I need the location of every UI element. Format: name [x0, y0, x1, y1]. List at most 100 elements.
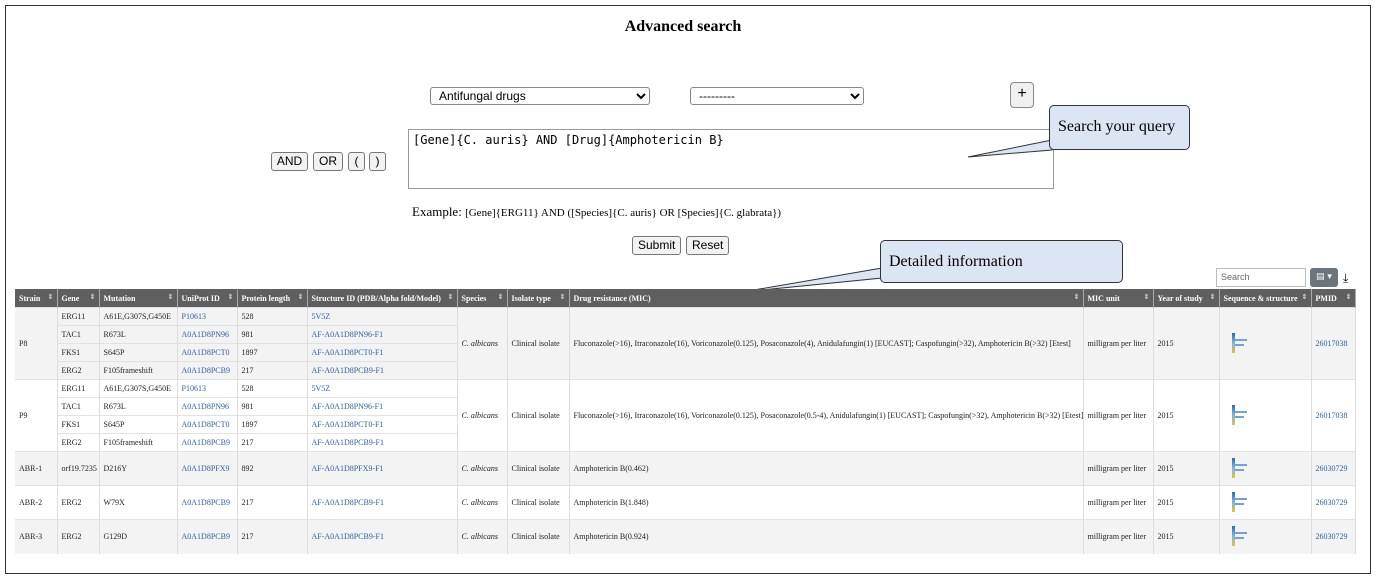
add-condition-button[interactable]: + — [1010, 82, 1034, 108]
header-uniprot[interactable]: UniProt ID ⇕ — [177, 289, 238, 308]
cell-species: C. albicans — [457, 485, 508, 520]
cell-mutation: R673L — [99, 397, 178, 416]
cell-year: 2015 — [1153, 451, 1220, 486]
header-mutation[interactable]: Mutation ⇕ — [99, 289, 178, 308]
structure-thumbnail-icon[interactable] — [1226, 332, 1248, 353]
header-protein-length[interactable]: Protein length ⇕ — [237, 289, 308, 308]
cell-protein-length: 217 — [237, 519, 308, 554]
header-drug-resistance[interactable]: Drug resistance (MIC) ⇕ — [569, 289, 1084, 308]
header-species[interactable]: Species ⇕ — [457, 289, 508, 308]
callout-search-query: Search your query — [1049, 105, 1190, 150]
structure-link[interactable]: 5V5Z — [307, 379, 458, 398]
field-select[interactable]: Antifungal drugs — [430, 87, 650, 105]
cell-gene: ERG2 — [57, 361, 100, 380]
cell-gene: ERG11 — [57, 379, 100, 398]
structure-thumbnail-icon[interactable] — [1226, 404, 1248, 425]
uniprot-link[interactable]: P10613 — [177, 307, 238, 326]
submit-button[interactable]: Submit — [632, 236, 682, 255]
cell-isolate-type: Clinical isolate — [507, 379, 570, 452]
header-strain[interactable]: Strain ⇕ — [15, 289, 58, 308]
uniprot-link[interactable]: P10613 — [177, 379, 238, 398]
table-row: P9 ERG11 A61E,G307S,G450E P10613 528 5V5Z C. a… — [15, 379, 1356, 452]
cell-sequence-structure — [1219, 519, 1312, 554]
cell-protein-length: 217 — [237, 485, 308, 520]
cell-mutation: A61E,G307S,G450E — [99, 379, 178, 398]
uniprot-link[interactable]: A0A1D8PN96 — [177, 397, 238, 416]
pmid-link[interactable]: 26017038 — [1311, 379, 1356, 452]
cell-gene: FKS1 — [57, 415, 100, 434]
uniprot-link[interactable]: A0A1D8PCB9 — [177, 519, 238, 554]
table-search-input[interactable]: Search — [1216, 268, 1306, 287]
header-sequence-structure[interactable]: Sequence & structure ⇕ — [1219, 289, 1312, 308]
cell-gene: ERG2 — [57, 433, 100, 452]
pmid-link[interactable]: 26030729 — [1311, 485, 1356, 520]
uniprot-link[interactable]: A0A1D8PCT0 — [177, 415, 238, 434]
pmid-link[interactable]: 26030729 — [1311, 451, 1356, 486]
cell-year: 2015 — [1153, 379, 1220, 452]
cell-protein-length: 528 — [237, 307, 308, 326]
table-row: ABR-1 orf19.7235 D216Y A0A1D8PFX9 892 AF-A0A1… — [15, 451, 1356, 486]
structure-link[interactable]: AF-A0A1D8PCT0-F1 — [307, 415, 458, 434]
header-structure-id[interactable]: Structure ID (PDB/Alpha fold/Model) ⇕ — [307, 289, 458, 308]
uniprot-link[interactable]: A0A1D8PCT0 — [177, 343, 238, 362]
grid-icon[interactable]: ▤ ▾ — [1310, 268, 1338, 287]
cell-strain: ABR-3 — [15, 519, 58, 554]
open-paren-button[interactable]: ( — [348, 152, 365, 171]
structure-link[interactable]: AF-A0A1D8PN96-F1 — [307, 397, 458, 416]
cell-isolate-type: Clinical isolate — [507, 451, 570, 486]
cell-gene: ERG11 — [57, 307, 100, 326]
value-select[interactable]: --------- — [690, 87, 864, 105]
structure-thumbnail-icon[interactable] — [1226, 525, 1248, 546]
cell-mutation: R673L — [99, 325, 178, 344]
query-input[interactable]: [Gene]{C. auris} AND [Drug]{Amphotericin… — [408, 129, 1054, 189]
cell-isolate-type: Clinical isolate — [507, 485, 570, 520]
reset-button[interactable]: Reset — [686, 236, 730, 255]
structure-thumbnail-icon[interactable] — [1226, 491, 1248, 512]
cell-isolate-type: Clinical isolate — [507, 519, 570, 554]
uniprot-link[interactable]: A0A1D8PCB9 — [177, 485, 238, 520]
cell-isolate-type: Clinical isolate — [507, 307, 570, 380]
example-hint: Example: [Gene]{ERG11} AND ([Species]{C.… — [412, 204, 781, 220]
header-year[interactable]: Year of study ⇕ — [1153, 289, 1220, 308]
structure-link[interactable]: AF-A0A1D8PCB9-F1 — [307, 519, 458, 554]
header-gene[interactable]: Gene ⇕ — [57, 289, 100, 308]
uniprot-link[interactable]: A0A1D8PCB9 — [177, 361, 238, 380]
cell-mic-unit: milligram per liter — [1083, 307, 1154, 380]
structure-link[interactable]: 5V5Z — [307, 307, 458, 326]
cell-strain: ABR-2 — [15, 485, 58, 520]
structure-link[interactable]: AF-A0A1D8PCT0-F1 — [307, 343, 458, 362]
cell-mic-unit: milligram per liter — [1083, 519, 1154, 554]
header-pmid[interactable]: PMID ⇕ — [1311, 289, 1356, 308]
uniprot-link[interactable]: A0A1D8PCB9 — [177, 433, 238, 452]
structure-link[interactable]: AF-A0A1D8PN96-F1 — [307, 325, 458, 344]
cell-mutation: W79X — [99, 485, 178, 520]
table-header-row: Strain ⇕ Gene ⇕ Mutation ⇕ UniProt ID ⇕ Prot… — [15, 289, 1356, 308]
structure-link[interactable]: AF-A0A1D8PFX9-F1 — [307, 451, 458, 486]
cell-species: C. albicans — [457, 451, 508, 486]
structure-thumbnail-icon[interactable] — [1226, 457, 1248, 478]
cell-strain: ABR-1 — [15, 451, 58, 486]
cell-protein-length: 1897 — [237, 415, 308, 434]
and-button[interactable]: AND — [271, 152, 308, 171]
cell-gene: FKS1 — [57, 343, 100, 362]
close-paren-button[interactable]: ) — [369, 152, 386, 171]
table-row: P8 ERG11 A61E,G307S,G450E P10613 528 5V5Z C. a… — [15, 307, 1356, 380]
cell-drug-resistance: Fluconazole(>16), Itraconazole(16), Vori… — [569, 307, 1084, 380]
pmid-link[interactable]: 26017038 — [1311, 307, 1356, 380]
structure-link[interactable]: AF-A0A1D8PCB9-F1 — [307, 485, 458, 520]
cell-drug-resistance: Fluconazole(>16), Itraconazole(16), Vori… — [569, 379, 1084, 452]
pmid-link[interactable]: 26030729 — [1311, 519, 1356, 554]
header-mic-unit[interactable]: MIC unit ⇕ — [1083, 289, 1154, 308]
download-icon[interactable]: ⤓ — [1343, 271, 1348, 286]
or-button[interactable]: OR — [313, 152, 343, 171]
structure-link[interactable]: AF-A0A1D8PCB9-F1 — [307, 361, 458, 380]
cell-strain: P8 — [15, 307, 58, 380]
uniprot-link[interactable]: A0A1D8PN96 — [177, 325, 238, 344]
cell-protein-length: 981 — [237, 325, 308, 344]
cell-species: C. albicans — [457, 307, 508, 380]
cell-year: 2015 — [1153, 485, 1220, 520]
structure-link[interactable]: AF-A0A1D8PCB9-F1 — [307, 433, 458, 452]
uniprot-link[interactable]: A0A1D8PFX9 — [177, 451, 238, 486]
cell-protein-length: 528 — [237, 379, 308, 398]
header-isolate-type[interactable]: Isolate type ⇕ — [507, 289, 570, 308]
